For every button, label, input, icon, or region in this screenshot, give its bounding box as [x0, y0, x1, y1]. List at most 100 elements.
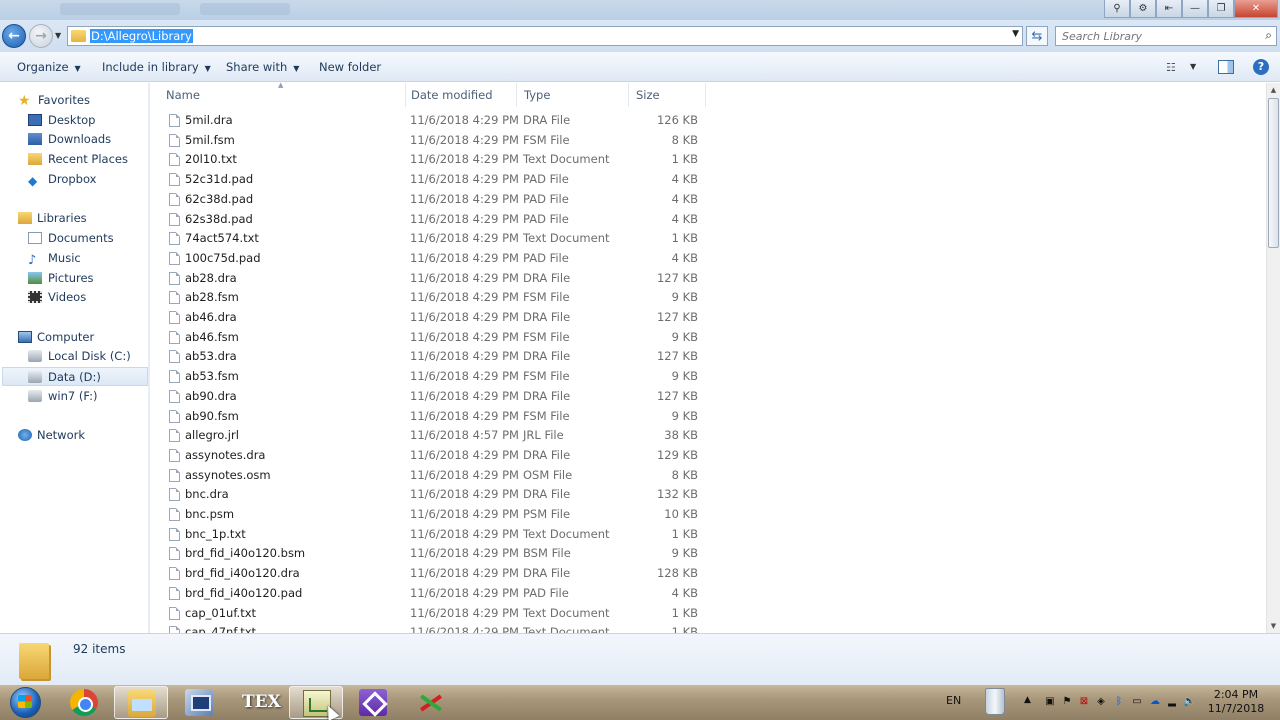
dock-icon[interactable]: ⇤	[1156, 0, 1182, 18]
onedrive-icon[interactable]: ☁	[1149, 696, 1161, 708]
file-row[interactable]: ab46.dra 11/6/2018 4:29 PM DRA File 127 KB	[151, 308, 711, 328]
file-row[interactable]: 20l10.txt 11/6/2018 4:29 PM Text Document 1…	[151, 150, 711, 170]
nav-libraries[interactable]: Libraries	[18, 209, 87, 228]
search-box[interactable]: ⌕	[1055, 26, 1277, 46]
file-row[interactable]: brd_fid_i40o120.bsm 11/6/2018 4:29 PM BSM …	[151, 544, 711, 564]
nav-network[interactable]: Network	[18, 426, 85, 445]
taskbar-chrome[interactable]	[57, 686, 111, 719]
start-button[interactable]	[3, 685, 47, 720]
file-row[interactable]: assynotes.dra 11/6/2018 4:29 PM DRA File 12…	[151, 446, 711, 466]
share-with-button[interactable]: Share with ▼	[226, 60, 299, 74]
vpn-icon[interactable]: ◈	[1095, 696, 1107, 708]
new-folder-button[interactable]: New folder	[319, 60, 381, 74]
file-row[interactable]: cap_47nf.txt 11/6/2018 4:29 PM Text Docume…	[151, 623, 711, 633]
settings-icon[interactable]: ⚙	[1130, 0, 1156, 18]
file-row[interactable]: brd_fid_i40o120.dra 11/6/2018 4:29 PM DRA …	[151, 564, 711, 584]
taskbar-visual-studio[interactable]	[346, 686, 400, 719]
power-icon[interactable]: ▭	[1131, 696, 1143, 708]
file-row[interactable]: 5mil.dra 11/6/2018 4:29 PM DRA File 126 KB	[151, 111, 711, 131]
file-row[interactable]: ab53.fsm 11/6/2018 4:29 PM FSM File 9 KB	[151, 367, 711, 387]
close-button[interactable]: ✕	[1234, 0, 1278, 18]
file-row[interactable]: bnc_1p.txt 11/6/2018 4:29 PM Text Document…	[151, 525, 711, 545]
file-date-modified: 11/6/2018 4:57 PM	[410, 428, 519, 443]
scroll-thumb[interactable]	[1268, 98, 1279, 248]
title-bar: ⚲ ⚙ ⇤ — ❐ ✕	[0, 0, 1280, 20]
vertical-scrollbar[interactable]: ▲ ▼	[1266, 83, 1280, 633]
file-type: FSM File	[523, 329, 570, 344]
file-row[interactable]: brd_fid_i40o120.pad 11/6/2018 4:29 PM PAD …	[151, 584, 711, 604]
taskbar-tex[interactable]: TEX	[229, 686, 283, 719]
file-row[interactable]: ab53.dra 11/6/2018 4:29 PM DRA File 127 KB	[151, 347, 711, 367]
file-row[interactable]: ab28.fsm 11/6/2018 4:29 PM FSM File 9 KB	[151, 288, 711, 308]
maximize-button[interactable]: ❐	[1208, 0, 1234, 18]
scroll-down-icon[interactable]: ▼	[1267, 619, 1280, 633]
file-row[interactable]: ab46.fsm 11/6/2018 4:29 PM FSM File 9 KB	[151, 328, 711, 348]
security-icon[interactable]: ⊠	[1078, 696, 1090, 708]
column-header-date-modified[interactable]: Date modified	[404, 83, 517, 107]
nav-computer[interactable]: Computer	[18, 328, 94, 347]
signal-icon[interactable]: ▂	[1166, 696, 1178, 708]
recycle-bin-icon[interactable]	[985, 688, 1005, 715]
search-icon[interactable]: ⌕	[1265, 28, 1272, 43]
back-button[interactable]: ←	[2, 24, 26, 48]
nav-downloads[interactable]: Downloads	[28, 130, 111, 149]
file-row[interactable]: bnc.dra 11/6/2018 4:29 PM DRA File 132 KB	[151, 485, 711, 505]
file-row[interactable]: 62s38d.pad 11/6/2018 4:29 PM PAD File 4 KB	[151, 210, 711, 230]
network-tray-icon[interactable]: ▣	[1044, 696, 1056, 708]
nav-favorites[interactable]: ★ Favorites	[18, 91, 90, 110]
recent-pages-dropdown-icon[interactable]: ▼	[55, 31, 61, 40]
file-row[interactable]: 100c75d.pad 11/6/2018 4:29 PM PAD File 4 KB	[151, 249, 711, 269]
file-row[interactable]: 5mil.fsm 11/6/2018 4:29 PM FSM File 8 KB	[151, 131, 711, 151]
file-row[interactable]: ab90.dra 11/6/2018 4:29 PM DRA File 127 KB	[151, 387, 711, 407]
show-hidden-icons-icon[interactable]: ▲	[1024, 695, 1031, 705]
nav-dropbox[interactable]: ◆ Dropbox	[28, 170, 96, 189]
address-bar[interactable]: D:\Allegro\Library ▼	[67, 26, 1023, 46]
nav-recent-places[interactable]: Recent Places	[28, 150, 128, 169]
forward-button[interactable]: →	[29, 24, 53, 48]
nav-music[interactable]: ♪ Music	[28, 249, 81, 268]
address-dropdown-icon[interactable]: ▼	[1012, 29, 1019, 39]
language-indicator[interactable]: EN	[946, 694, 961, 707]
nav-scrollbar[interactable]	[148, 83, 150, 633]
nav-documents[interactable]: Documents	[28, 229, 114, 248]
nav-desktop[interactable]: Desktop	[28, 111, 95, 130]
bluetooth-icon[interactable]: ᛒ	[1113, 696, 1125, 708]
taskbar-remote-desktop[interactable]	[172, 686, 226, 719]
organize-button[interactable]: Organize ▼	[17, 60, 81, 74]
help-icon[interactable]: ?	[1253, 59, 1269, 75]
taskbar-allegro[interactable]	[404, 686, 458, 719]
nav-win7-f[interactable]: win7 (F:)	[28, 387, 97, 406]
file-name: 20l10.txt	[185, 152, 237, 167]
volume-icon[interactable]: 🔈	[1183, 696, 1195, 708]
view-options-dropdown-icon[interactable]: ▼	[1190, 62, 1196, 71]
preview-pane-icon[interactable]	[1218, 60, 1234, 74]
taskbar-explorer[interactable]	[114, 686, 168, 719]
nav-label: Recent Places	[48, 152, 128, 166]
file-row[interactable]: 74act574.txt 11/6/2018 4:29 PM Text Docume…	[151, 229, 711, 249]
file-row[interactable]: allegro.jrl 11/6/2018 4:57 PM JRL File 38 K…	[151, 426, 711, 446]
action-center-icon[interactable]: ⚑	[1061, 696, 1073, 708]
file-row[interactable]: 62c38d.pad 11/6/2018 4:29 PM PAD File 4 KB	[151, 190, 711, 210]
file-row[interactable]: 52c31d.pad 11/6/2018 4:29 PM PAD File 4 KB	[151, 170, 711, 190]
nav-data-d[interactable]: Data (D:)	[2, 367, 148, 386]
search-input[interactable]	[1056, 27, 1252, 45]
file-row[interactable]: assynotes.osm 11/6/2018 4:29 PM OSM File 8 …	[151, 466, 711, 486]
file-row[interactable]: cap_01uf.txt 11/6/2018 4:29 PM Text Docume…	[151, 604, 711, 624]
clock[interactable]: 2:04 PM 11/7/2018	[1204, 688, 1268, 716]
pin-icon[interactable]: ⚲	[1104, 0, 1130, 18]
address-path[interactable]: D:\Allegro\Library	[90, 29, 193, 43]
nav-pictures[interactable]: Pictures	[28, 269, 94, 288]
column-header-size[interactable]: Size	[629, 83, 706, 107]
drive-icon	[28, 390, 42, 402]
change-view-icon[interactable]: ☷	[1166, 61, 1182, 74]
scroll-up-icon[interactable]: ▲	[1267, 83, 1280, 97]
nav-local-disk-c[interactable]: Local Disk (C:)	[28, 347, 131, 366]
minimize-button[interactable]: —	[1182, 0, 1208, 18]
refresh-button[interactable]: ⇆	[1026, 26, 1048, 46]
include-in-library-button[interactable]: Include in library ▼	[102, 60, 211, 74]
file-row[interactable]: ab28.dra 11/6/2018 4:29 PM DRA File 127 KB	[151, 269, 711, 289]
column-header-type[interactable]: Type	[517, 83, 629, 107]
file-row[interactable]: ab90.fsm 11/6/2018 4:29 PM FSM File 9 KB	[151, 407, 711, 427]
file-row[interactable]: bnc.psm 11/6/2018 4:29 PM PSM File 10 KB	[151, 505, 711, 525]
nav-videos[interactable]: Videos	[28, 288, 86, 307]
